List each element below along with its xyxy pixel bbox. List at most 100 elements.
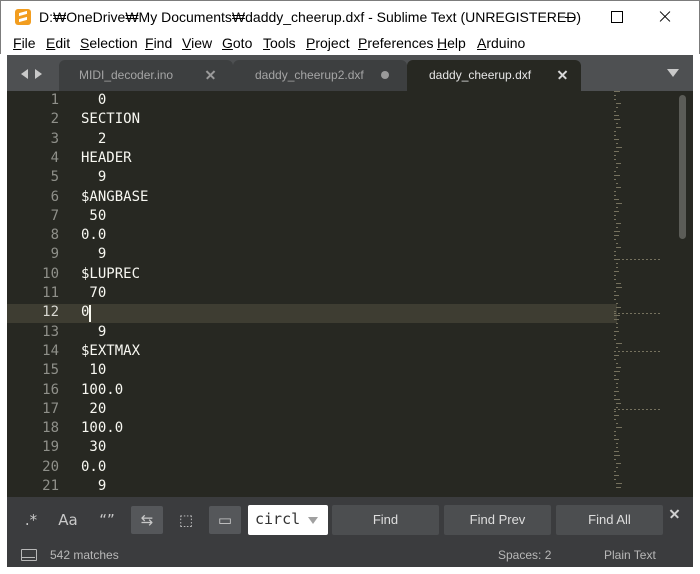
code-line[interactable]: 9 9: [7, 246, 617, 265]
menu-preferences[interactable]: Preferences: [358, 35, 434, 51]
menu-arduino[interactable]: Arduino: [477, 35, 525, 51]
menu-tools[interactable]: Tools: [263, 35, 296, 51]
minimap-line: [616, 483, 622, 484]
line-text[interactable]: $EXTMAX: [81, 343, 140, 359]
match-count: 542 matches: [50, 548, 119, 562]
code-line[interactable]: 15 10: [7, 362, 617, 381]
code-line[interactable]: 5 9: [7, 169, 617, 188]
menu-edit[interactable]: Edit: [46, 35, 70, 51]
tab-close-icon[interactable]: [205, 69, 215, 79]
code-line[interactable]: 21 9: [7, 478, 617, 497]
minimap-line: [616, 407, 618, 408]
minimap-line: [616, 367, 621, 368]
line-text[interactable]: 30: [81, 439, 106, 455]
menu-view[interactable]: View: [182, 35, 212, 51]
in-selection-toggle[interactable]: ⬚: [170, 506, 202, 534]
code-line[interactable]: 20 0.0: [7, 459, 617, 478]
code-line[interactable]: 14 $EXTMAX: [7, 343, 617, 362]
minimap-line: [614, 95, 616, 96]
line-text[interactable]: 50: [81, 208, 106, 224]
code-line[interactable]: 18 100.0: [7, 420, 617, 439]
find-query[interactable]: circl: [255, 510, 300, 528]
minimap-line: [616, 127, 621, 128]
find-button[interactable]: Find: [332, 505, 439, 535]
menu-help[interactable]: Help: [437, 35, 466, 51]
code-line[interactable]: 6 $ANGBASE: [7, 189, 617, 208]
line-text[interactable]: 20: [81, 401, 106, 417]
case-toggle[interactable]: Aa: [52, 506, 84, 534]
highlight-matches-toggle[interactable]: ▭: [209, 506, 241, 534]
code-line[interactable]: 7 50: [7, 208, 617, 227]
tab-forward-icon[interactable]: [35, 69, 42, 79]
line-text[interactable]: 100.0: [81, 382, 123, 398]
menu-file[interactable]: File: [13, 35, 36, 51]
tab-midi-decoder[interactable]: MIDI_decoder.ino: [59, 60, 233, 91]
code-line[interactable]: 17 20: [7, 401, 617, 420]
line-text[interactable]: 10: [81, 362, 106, 378]
line-text[interactable]: 70: [81, 285, 106, 301]
find-prev-button[interactable]: Find Prev: [444, 505, 551, 535]
code-line[interactable]: 3 2: [7, 131, 617, 150]
regex-toggle[interactable]: .*: [15, 506, 47, 534]
unsaved-dot-icon[interactable]: [381, 71, 389, 79]
line-text[interactable]: $LUPREC: [81, 266, 140, 282]
line-text[interactable]: 9: [81, 478, 106, 494]
code-line[interactable]: 13 9: [7, 324, 617, 343]
window-title: D:₩OneDrive₩My Documents₩daddy_cheerup.d…: [39, 9, 582, 25]
editor-pane[interactable]: 1 0 2 SECTION 3 2 4 HEADER 5 9 6 $ANGBASE 7 50 8 0.…: [7, 91, 693, 497]
find-input[interactable]: circl: [248, 505, 328, 535]
tab-daddy-cheerup[interactable]: daddy_cheerup.dxf: [407, 60, 581, 91]
minimap-line: [616, 327, 618, 328]
code-line[interactable]: 10 $LUPREC: [7, 266, 617, 285]
line-text[interactable]: 100.0: [81, 420, 123, 436]
code-line[interactable]: 2 SECTION: [7, 111, 617, 130]
minimap-line: [614, 219, 616, 220]
line-text[interactable]: 2: [81, 131, 106, 147]
line-text[interactable]: 9: [81, 169, 106, 185]
code-line[interactable]: 4 HEADER: [7, 150, 617, 169]
syntax-status[interactable]: Plain Text: [604, 548, 656, 562]
code-line[interactable]: 12 0: [7, 304, 617, 324]
minimap-line: [614, 459, 616, 460]
close-window-button[interactable]: [641, 1, 687, 32]
code-line[interactable]: 16 100.0: [7, 382, 617, 401]
tab-back-icon[interactable]: [21, 69, 28, 79]
line-text[interactable]: HEADER: [81, 150, 132, 166]
menu-project[interactable]: Project: [306, 35, 350, 51]
line-text[interactable]: 9: [81, 324, 106, 340]
minimap[interactable]: [612, 91, 672, 497]
vertical-scrollbar[interactable]: [679, 95, 686, 239]
line-number: 13: [42, 323, 59, 340]
code-line[interactable]: 19 30: [7, 439, 617, 458]
find-all-button[interactable]: Find All: [556, 505, 663, 535]
minimap-line: [616, 123, 618, 124]
minimap-line: [616, 167, 618, 168]
minimap-line: [614, 215, 616, 216]
code-line[interactable]: 8 0.0: [7, 227, 617, 246]
tab-close-icon[interactable]: [557, 69, 567, 79]
minimize-button[interactable]: [547, 1, 593, 32]
line-text[interactable]: 0.0: [81, 459, 106, 475]
tab-list-dropdown-icon[interactable]: [667, 69, 679, 77]
code-line[interactable]: 1 0: [7, 92, 617, 111]
minimap-line: [616, 147, 622, 148]
indentation-status[interactable]: Spaces: 2: [498, 548, 551, 562]
code-line[interactable]: 11 70: [7, 285, 617, 304]
maximize-button[interactable]: [593, 1, 639, 32]
tab-daddy-cheerup2[interactable]: daddy_cheerup2.dxf: [233, 60, 407, 91]
close-find-panel-icon[interactable]: [669, 509, 679, 519]
whole-word-toggle[interactable]: “”: [91, 506, 123, 534]
line-text[interactable]: $ANGBASE: [81, 189, 148, 205]
menu-goto[interactable]: Goto: [222, 35, 252, 51]
line-text[interactable]: 9: [81, 246, 106, 262]
line-text[interactable]: 0.0: [81, 227, 106, 243]
find-history-dropdown-icon[interactable]: [308, 517, 318, 524]
minimap-line: [614, 415, 619, 416]
minimap-line: [614, 335, 616, 336]
line-text[interactable]: SECTION: [81, 111, 140, 127]
panel-toggle-icon[interactable]: [21, 549, 37, 561]
menu-find[interactable]: Find: [145, 35, 172, 51]
line-text[interactable]: 0: [81, 92, 106, 108]
wrap-toggle[interactable]: ⇆: [131, 506, 163, 534]
menu-selection[interactable]: Selection: [80, 35, 138, 51]
